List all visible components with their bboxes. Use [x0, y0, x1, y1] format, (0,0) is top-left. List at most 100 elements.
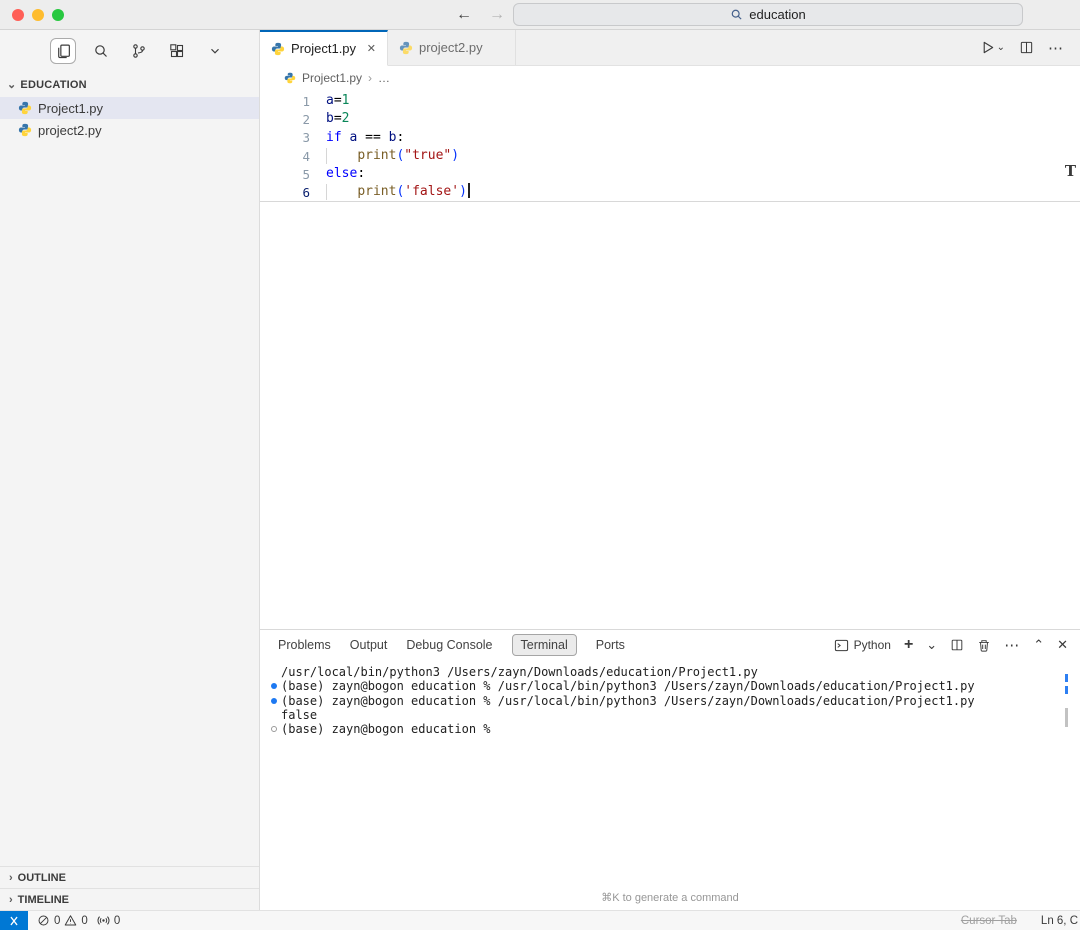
terminal-dropdown-chevron-icon[interactable]: ⌄: [926, 637, 937, 653]
source-control-icon[interactable]: [126, 38, 152, 64]
file-item-project2[interactable]: project2.py: [0, 119, 259, 141]
breadcrumb-more[interactable]: …: [378, 71, 390, 85]
more-views-chevron-icon[interactable]: [202, 38, 228, 64]
status-right: Cursor Tab Ln 6, C: [961, 915, 1080, 927]
explorer-icon[interactable]: [50, 38, 76, 64]
workbench: ⌄ EDUCATION Project1.py project2.py › OU…: [0, 30, 1080, 910]
error-count: 0: [54, 914, 61, 927]
code-lines: 1 a=1 2 b=2 3 if a == b: 4 print("true") 5 else:…: [260, 92, 1080, 202]
tab-label: project2.py: [419, 40, 483, 55]
tab-terminal[interactable]: Terminal: [511, 634, 577, 656]
line-number: 1: [302, 93, 310, 109]
terminal-scrollbar-mark: [1065, 708, 1068, 727]
indent-guide: [326, 147, 327, 165]
split-editor-icon[interactable]: [1019, 40, 1034, 55]
panel-tabs: Problems Output Debug Console Terminal P…: [278, 634, 625, 656]
tab-output[interactable]: Output: [350, 638, 388, 652]
code-line-text: print('false'): [326, 182, 470, 201]
tab-problems[interactable]: Problems: [278, 638, 331, 652]
file-item-project1[interactable]: Project1.py: [0, 97, 259, 119]
remote-indicator[interactable]: [0, 911, 28, 930]
timeline-section-header[interactable]: › TIMELINE: [0, 888, 259, 910]
minimize-window-button[interactable]: [32, 8, 44, 21]
window-controls: [12, 8, 64, 21]
terminal-text: (base) zayn@bogon education % /usr/local…: [281, 679, 975, 694]
overview-ruler-mark: T: [1064, 162, 1076, 180]
split-terminal-icon[interactable]: [950, 638, 964, 652]
forward-arrow-icon[interactable]: →: [489, 6, 505, 24]
command-center-search[interactable]: education: [513, 3, 1023, 26]
explorer-section-header[interactable]: ⌄ EDUCATION: [0, 72, 259, 97]
search-sidebar-icon[interactable]: [88, 38, 114, 64]
close-window-button[interactable]: [12, 8, 24, 21]
command-status-dot-icon: [266, 726, 281, 733]
sidebar-bottom-sections: › OUTLINE › TIMELINE: [0, 866, 259, 910]
breadcrumb-file[interactable]: Project1.py: [302, 71, 362, 85]
line-number: 6: [302, 184, 310, 200]
run-dropdown-chevron-icon[interactable]: ⌄: [997, 42, 1005, 53]
editor-tabs-bar: Project1.py ✕ project2.py ⌄ ⋯: [260, 30, 1080, 66]
sidebar: ⌄ EDUCATION Project1.py project2.py › OU…: [0, 30, 260, 910]
active-terminal-shell[interactable]: Python: [834, 638, 891, 653]
terminal-scrollbar-mark: [1065, 686, 1068, 694]
terminal-view[interactable]: /usr/local/bin/python3 /Users/zayn/Downl…: [260, 660, 1080, 910]
breadcrumb-separator-icon: ›: [368, 71, 373, 85]
editor-actions: ⌄ ⋯: [980, 30, 1080, 65]
zoom-window-button[interactable]: [52, 8, 64, 21]
file-name: project2.py: [38, 122, 102, 138]
line-number: 2: [302, 111, 310, 127]
kill-terminal-trash-icon[interactable]: [977, 638, 991, 653]
text-cursor: [467, 182, 470, 198]
code-line[interactable]: 2 b=2: [260, 110, 1080, 128]
tab-project2[interactable]: project2.py: [388, 30, 516, 65]
warning-count: 0: [81, 914, 88, 927]
code-line-text: else:: [326, 166, 366, 182]
code-editor[interactable]: 1 a=1 2 b=2 3 if a == b: 4 print("true") 5 else:…: [260, 90, 1080, 629]
close-panel-icon[interactable]: ✕: [1057, 637, 1068, 653]
code-line[interactable]: 6 print('false'): [260, 182, 1080, 202]
code-line[interactable]: 3 if a == b:: [260, 129, 1080, 147]
panel-more-actions-icon[interactable]: ⋯: [1004, 636, 1020, 654]
code-line-text: b=2: [326, 111, 350, 127]
python-file-icon: [284, 72, 296, 84]
terminal-scrollbar-mark: [1065, 674, 1068, 682]
tab-project1[interactable]: Project1.py ✕: [260, 30, 388, 66]
back-arrow-icon[interactable]: ←: [456, 6, 472, 24]
terminal-text: false: [281, 708, 318, 723]
extensions-icon[interactable]: [164, 38, 190, 64]
tab-debug-console[interactable]: Debug Console: [406, 638, 492, 652]
breadcrumb[interactable]: Project1.py › …: [260, 66, 1080, 90]
code-line[interactable]: 1 a=1: [260, 92, 1080, 110]
code-line[interactable]: 5 else:: [260, 165, 1080, 183]
chevron-right-icon: ›: [9, 893, 13, 906]
error-icon: [37, 914, 50, 927]
line-number: 5: [302, 166, 310, 182]
outline-section-header[interactable]: › OUTLINE: [0, 866, 259, 888]
cursor-position-status[interactable]: Ln 6, C: [1041, 915, 1078, 927]
code-line[interactable]: 4 print("true"): [260, 147, 1080, 165]
new-terminal-icon[interactable]: +: [904, 636, 913, 654]
terminal-line: (base) zayn@bogon education % /usr/local…: [266, 679, 1080, 693]
tab-ports[interactable]: Ports: [596, 638, 625, 652]
code-line-text: a=1: [326, 93, 350, 108]
status-bar: 0 0 0 Cursor Tab Ln 6, C: [0, 910, 1080, 930]
editor-group: Project1.py ✕ project2.py ⌄ ⋯ Project1.p…: [260, 30, 1080, 910]
terminal-text: (base) zayn@bogon education %: [281, 722, 491, 737]
search-value: education: [749, 7, 806, 22]
code-line-text: print("true"): [326, 147, 459, 165]
chevron-down-icon: ⌄: [7, 79, 17, 91]
maximize-panel-chevron-icon[interactable]: ⌃: [1033, 637, 1044, 653]
close-icon[interactable]: ✕: [367, 42, 376, 55]
problems-status[interactable]: 0 0: [37, 914, 88, 927]
file-name: Project1.py: [38, 100, 104, 116]
command-status-dot-icon: [266, 683, 281, 690]
terminal-ai-hint: ⌘K to generate a command: [601, 892, 739, 904]
run-python-file-button[interactable]: ⌄: [980, 40, 1005, 55]
more-actions-icon[interactable]: ⋯: [1048, 39, 1064, 57]
panel-header: Problems Output Debug Console Terminal P…: [260, 630, 1080, 660]
ports-count: 0: [113, 914, 121, 927]
ports-status[interactable]: 0: [97, 914, 120, 927]
command-status-dot-icon: [266, 697, 281, 704]
cursor-tab-status[interactable]: Cursor Tab: [961, 915, 1017, 927]
chevron-right-icon: ›: [9, 871, 13, 884]
